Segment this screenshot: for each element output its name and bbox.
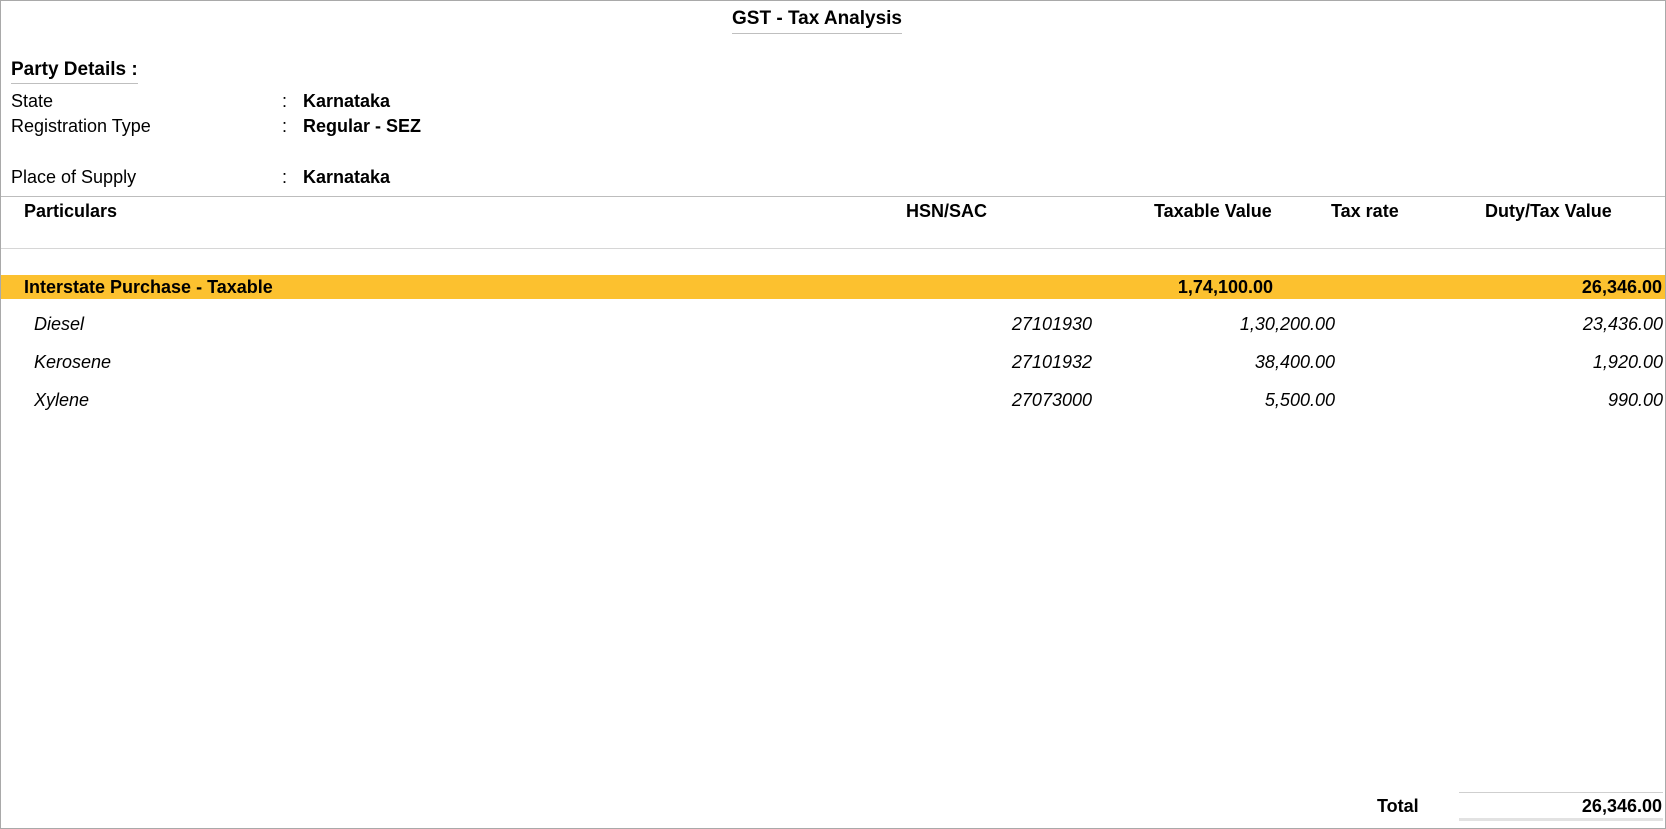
place-of-supply-value: Karnataka (303, 167, 391, 187)
item-hsn-sac: 27101932 (1011, 352, 1092, 372)
column-header-duty-tax-value: Duty/Tax Value (1485, 201, 1612, 221)
item-name: Xylene (34, 390, 90, 410)
column-header-particulars: Particulars (24, 201, 118, 221)
table-row[interactable]: Xylene 27073000 5,500.00 990.00 (1, 389, 1665, 411)
item-taxable-value: 1,30,200.00 (1239, 314, 1335, 334)
state-label: State (11, 91, 54, 111)
registration-type-colon: : (282, 116, 288, 136)
report-title: GST - Tax Analysis (732, 7, 902, 34)
item-taxable-value: 5,500.00 (1264, 390, 1335, 410)
total-label: Total (1377, 796, 1419, 816)
total-value: 26,346.00 (1581, 796, 1662, 816)
place-of-supply-label: Place of Supply (11, 167, 137, 187)
party-details-heading: Party Details : (11, 58, 138, 84)
item-duty-tax-value: 1,920.00 (1592, 352, 1663, 372)
item-hsn-sac: 27101930 (1011, 314, 1092, 334)
group-row-interstate-purchase[interactable]: Interstate Purchase - Taxable 1,74,100.0… (1, 275, 1665, 299)
registration-type-label: Registration Type (11, 116, 151, 136)
registration-type-value: Regular - SEZ (303, 116, 422, 136)
group-taxable-value: 1,74,100.00 (1177, 277, 1273, 297)
group-name: Interstate Purchase - Taxable (24, 277, 273, 297)
item-name: Diesel (34, 314, 85, 334)
place-of-supply-colon: : (282, 167, 288, 187)
item-duty-tax-value: 23,436.00 (1582, 314, 1663, 334)
total-top-rule (1459, 792, 1663, 793)
column-header-hsn-sac: HSN/SAC (906, 201, 988, 221)
column-header-taxable-value: Taxable Value (1154, 201, 1272, 221)
table-row[interactable]: Diesel 27101930 1,30,200.00 23,436.00 (1, 313, 1665, 335)
item-duty-tax-value: 990.00 (1607, 390, 1663, 410)
table-row[interactable]: Kerosene 27101932 38,400.00 1,920.00 (1, 351, 1665, 373)
header-top-divider (1, 196, 1665, 197)
group-duty-tax-value: 26,346.00 (1581, 277, 1662, 297)
state-colon: : (282, 91, 288, 111)
item-name: Kerosene (34, 352, 112, 372)
item-hsn-sac: 27073000 (1011, 390, 1092, 410)
column-header-tax-rate: Tax rate (1331, 201, 1399, 221)
state-value: Karnataka (303, 91, 391, 111)
item-taxable-value: 38,400.00 (1254, 352, 1335, 372)
report-window: GST - Tax Analysis Party Details : State… (0, 0, 1666, 829)
total-bottom-rule (1459, 818, 1663, 821)
header-bottom-divider (1, 248, 1665, 249)
